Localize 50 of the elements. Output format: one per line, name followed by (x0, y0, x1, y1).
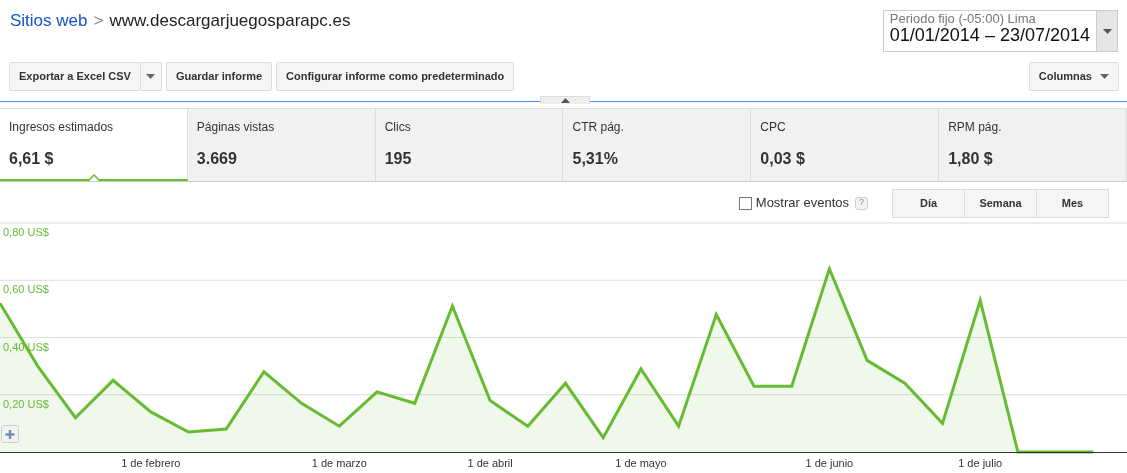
caret-icon (1100, 74, 1109, 79)
columns-button[interactable]: Columnas (1028, 62, 1119, 91)
metric-value: 3.669 (196, 149, 238, 169)
pointer-icon (88, 174, 100, 181)
x-tick-label: 1 de abril (467, 457, 513, 469)
metric-value: 0,03 $ (760, 149, 806, 169)
metric-tab[interactable]: Ingresos estimados 6,61 $ (0, 109, 188, 181)
metric-label: Ingresos estimados (9, 119, 115, 136)
y-tick-label: 0,80 US$ (3, 226, 49, 238)
metric-label: RPM pág. (948, 119, 1003, 136)
caret-icon (1102, 28, 1112, 34)
collapse-tab[interactable] (540, 96, 590, 104)
period-button[interactable]: Mes (1036, 188, 1109, 218)
period-button[interactable]: Semana (964, 188, 1037, 218)
caret-icon (146, 74, 156, 79)
metric-label: CTR pág. (572, 119, 625, 136)
toolbar-button[interactable]: Configurar informe como predeterminado (276, 62, 515, 91)
y-tick-label: 0,60 US$ (3, 283, 49, 296)
period-button[interactable]: Día (892, 188, 965, 218)
x-tick-label: 1 de febrero (121, 457, 181, 469)
collapse-icon (560, 98, 570, 103)
zoom-button[interactable] (1, 425, 19, 443)
show-events-checkbox[interactable]: Mostrar eventos (738, 193, 849, 213)
y-tick-label: 0,40 US$ (3, 340, 49, 353)
site-name: www.descargarjuegosparapc.es (109, 11, 351, 30)
x-tick-label: 1 de julio (958, 457, 1003, 469)
y-tick-label: 0,20 US$ (3, 397, 49, 410)
metric-label: Páginas vistas (196, 119, 276, 136)
metric-value: 6,61 $ (9, 149, 55, 169)
x-tick-label: 1 de junio (805, 457, 854, 469)
metric-label: CPC (760, 119, 787, 136)
metric-tab[interactable]: CPC 0,03 $ (751, 109, 940, 181)
export-menu-button[interactable] (140, 62, 162, 91)
metric-label: Clics (384, 119, 412, 136)
metric-tab[interactable]: Páginas vistas 3.669 (187, 109, 376, 181)
date-range-label: Periodo fijo (-05:00) Lima (889, 12, 1037, 27)
date-range-value: 01/01/2014 – 23/07/2014 (889, 26, 1090, 47)
export-button[interactable]: Exportar a Excel CSV (9, 62, 141, 91)
x-tick-label: 1 de marzo (311, 457, 367, 469)
metric-value: 5,31% (572, 149, 619, 169)
toolbar-button[interactable]: Guardar informe (165, 62, 273, 91)
breadcrumb-separator: > (93, 11, 104, 30)
x-tick-label: 1 de mayo (615, 457, 667, 469)
metric-value: 1,80 $ (948, 149, 994, 169)
metric-tab[interactable]: Clics 195 (375, 109, 564, 181)
metric-tab[interactable]: RPM pág. 1,80 $ (939, 109, 1127, 181)
metric-value: 195 (384, 149, 413, 169)
breadcrumb-link[interactable]: Sitios web (10, 11, 88, 30)
metric-tab[interactable]: CTR pág. 5,31% (563, 109, 752, 181)
date-range-picker[interactable]: Periodo fijo (-05:00) Lima 01/01/2014 – 23/07/2014 (882, 10, 1118, 52)
